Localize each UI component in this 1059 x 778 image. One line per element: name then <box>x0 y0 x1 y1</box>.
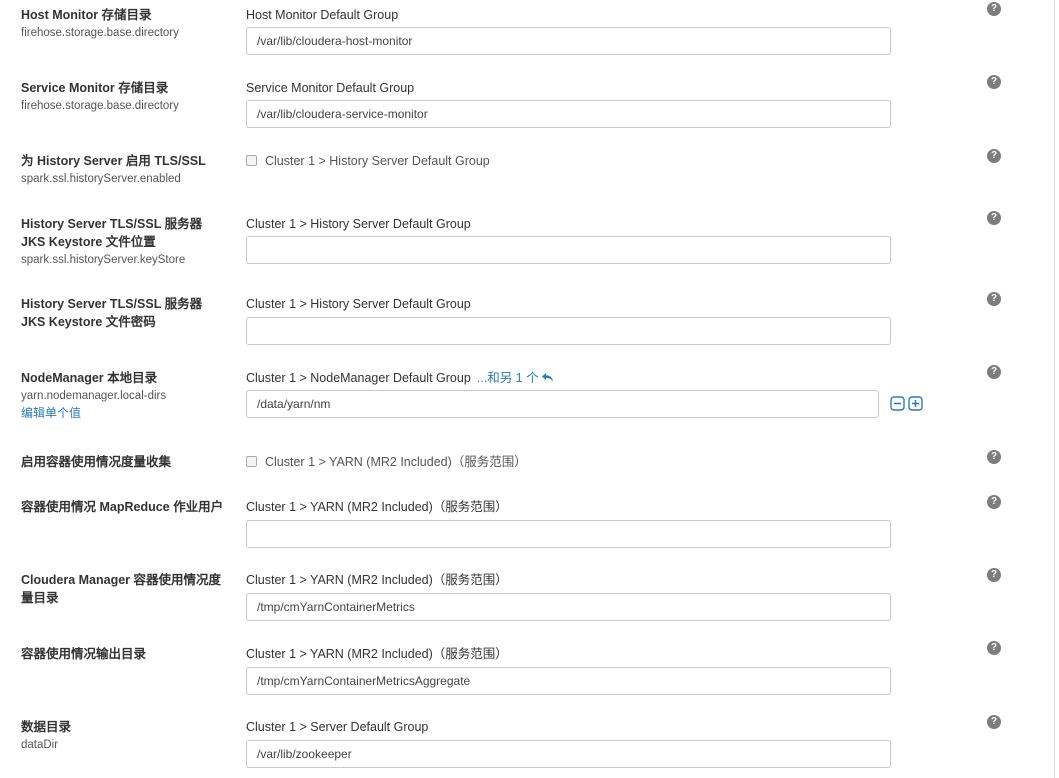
edit-individual-values-link[interactable]: 编辑单个值 <box>21 405 81 421</box>
config-value-input[interactable] <box>246 317 891 345</box>
config-property-name: spark.ssl.historyServer.keyStore <box>21 254 186 266</box>
config-label: Service Monitor 存储目录 <box>21 81 169 95</box>
config-checkbox[interactable]: Cluster 1 > YARN (MR2 Included)（服务范围） <box>246 453 527 471</box>
content-right-border <box>1054 0 1055 778</box>
undo-arrow-icon[interactable] <box>541 370 554 388</box>
config-property-name: firehose.storage.base.directory <box>21 100 179 112</box>
config-group-label: Service Monitor Default Group <box>246 81 415 95</box>
minus-square-icon[interactable] <box>890 396 905 416</box>
config-group-label: Cluster 1 > YARN (MR2 Included)（服务范围） <box>246 647 508 661</box>
more-groups-link[interactable]: ...和另 1 个 <box>477 371 539 385</box>
config-label: 容器使用情况 MapReduce 作业用户 <box>21 500 224 514</box>
config-group-label: Cluster 1 > History Server Default Group <box>246 217 471 231</box>
config-value-input[interactable] <box>246 100 891 128</box>
config-label: NodeManager 本地目录 <box>21 371 158 385</box>
checkbox-box[interactable] <box>246 155 257 167</box>
help-icon[interactable]: ? <box>987 641 1001 655</box>
config-property-name: dataDir <box>21 739 59 751</box>
config-label: History Server TLS/SSL 服务器 JKS Keystore … <box>21 297 203 329</box>
config-checkbox[interactable]: Cluster 1 > History Server Default Group <box>246 152 490 170</box>
help-icon[interactable]: ? <box>987 450 1001 464</box>
config-group-label: Cluster 1 > Server Default Group <box>246 720 429 734</box>
help-icon[interactable]: ? <box>987 568 1001 582</box>
config-value-input[interactable] <box>246 236 891 264</box>
checkbox-label: Cluster 1 > History Server Default Group <box>265 154 490 168</box>
config-label: Cloudera Manager 容器使用情况度量目录 <box>21 573 222 605</box>
config-label: 启用容器使用情况度量收集 <box>21 455 172 469</box>
help-icon[interactable]: ? <box>987 365 1001 379</box>
config-label: 为 History Server 启用 TLS/SSL <box>21 154 206 168</box>
config-value-input[interactable] <box>246 667 891 695</box>
config-group-label: Cluster 1 > NodeManager Default Group...… <box>246 369 554 388</box>
config-group-label: Cluster 1 > YARN (MR2 Included)（服务范围） <box>246 573 508 587</box>
config-property-name: yarn.nodemanager.local-dirs <box>21 390 167 402</box>
config-value-input[interactable] <box>246 520 891 548</box>
help-icon[interactable]: ? <box>987 149 1001 163</box>
plus-square-icon[interactable] <box>908 396 923 416</box>
config-group-name: Cluster 1 > NodeManager Default Group <box>246 371 471 385</box>
help-icon[interactable]: ? <box>987 715 1001 729</box>
config-value-input[interactable] <box>246 593 891 621</box>
config-property-name: spark.ssl.historyServer.enabled <box>21 173 181 185</box>
help-icon[interactable]: ? <box>987 2 1001 16</box>
help-icon[interactable]: ? <box>987 211 1001 225</box>
config-property-name: firehose.storage.base.directory <box>21 27 179 39</box>
config-value-input[interactable] <box>246 740 891 768</box>
config-group-label: Cluster 1 > History Server Default Group <box>246 297 471 311</box>
config-label: Host Monitor 存储目录 <box>21 8 152 22</box>
help-icon[interactable]: ? <box>987 292 1001 306</box>
config-label: History Server TLS/SSL 服务器 JKS Keystore … <box>21 217 203 249</box>
help-icon[interactable]: ? <box>987 495 1001 509</box>
help-icon[interactable]: ? <box>987 75 1001 89</box>
config-group-label: Cluster 1 > YARN (MR2 Included)（服务范围） <box>246 500 508 514</box>
config-value-input[interactable] <box>246 27 891 55</box>
config-label: 容器使用情况输出目录 <box>21 647 147 661</box>
checkbox-box[interactable] <box>246 456 257 468</box>
config-value-input[interactable] <box>246 390 879 418</box>
config-group-label: Host Monitor Default Group <box>246 8 399 22</box>
checkbox-label: Cluster 1 > YARN (MR2 Included)（服务范围） <box>265 455 527 469</box>
config-label: 数据目录 <box>21 720 72 734</box>
